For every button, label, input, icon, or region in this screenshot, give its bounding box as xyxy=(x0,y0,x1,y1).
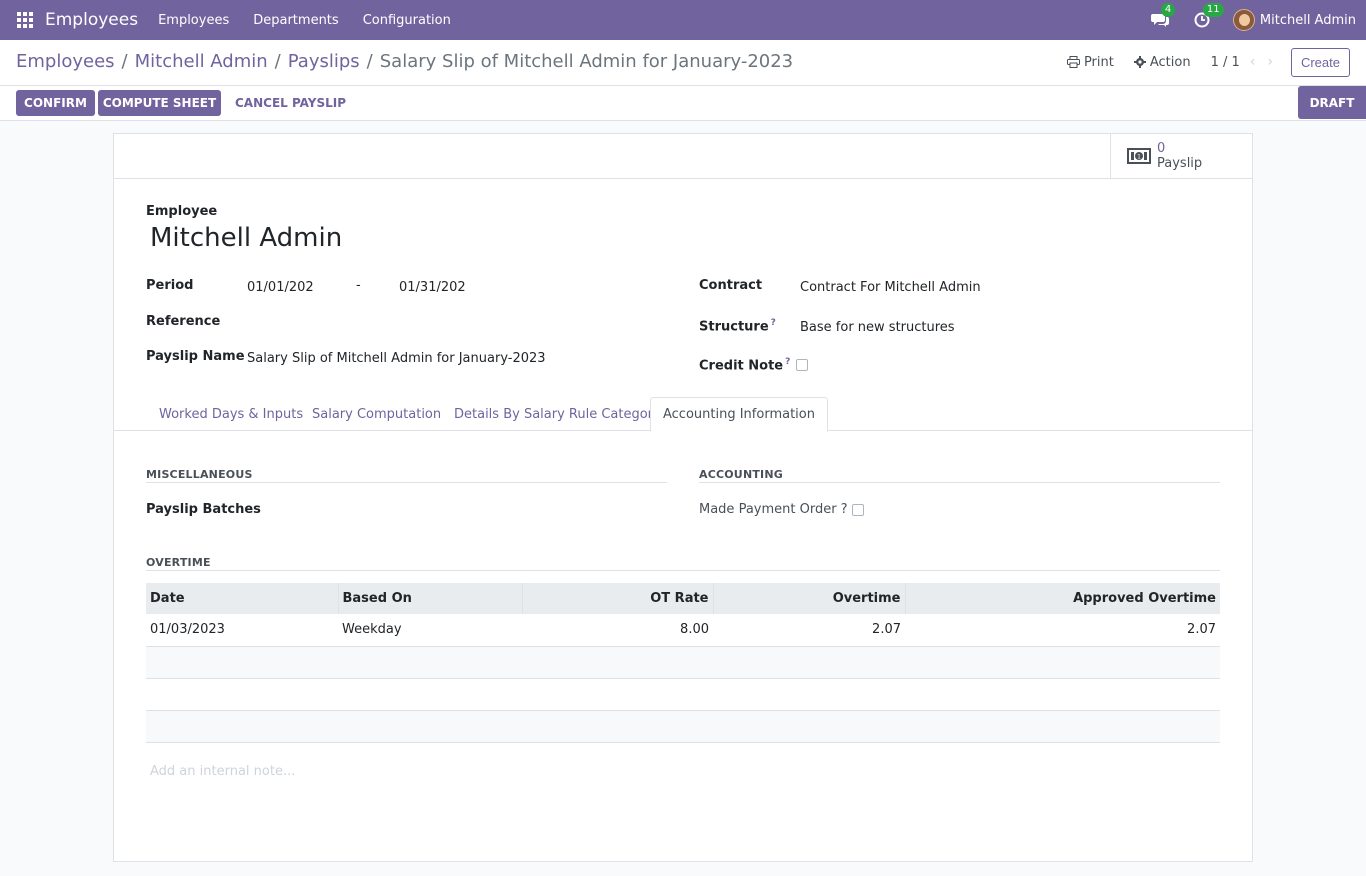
cell-overtime: 2.07 xyxy=(713,614,905,647)
breadcrumb-separator: / xyxy=(121,51,128,72)
section-divider xyxy=(146,482,667,483)
payslip-smart-button[interactable]: 1 0 Payslip xyxy=(1110,134,1252,178)
create-button[interactable]: Create xyxy=(1290,47,1350,77)
messages-badge: 4 xyxy=(1160,3,1176,17)
credit-note-checkbox[interactable] xyxy=(796,359,808,371)
structure-label: Structure? xyxy=(699,318,776,335)
action-label: Action xyxy=(1149,54,1191,70)
column-header-based-on[interactable]: Based On xyxy=(338,583,523,614)
status-bar: CONFIRM COMPUTE SHEET CANCEL PAYSLIP DRA… xyxy=(0,86,1366,121)
cell-based-on: Weekday xyxy=(338,614,522,647)
gear-icon xyxy=(1133,56,1146,68)
payslip-count-label: Payslip xyxy=(1157,156,1203,171)
date-separator: - xyxy=(356,278,361,293)
table-header-row: Date Based On OT Rate Overtime Approved … xyxy=(146,583,1220,614)
column-header-ot-rate[interactable]: OT Rate xyxy=(522,583,714,614)
payslip-count: 0 xyxy=(1157,141,1166,156)
confirm-button[interactable]: CONFIRM xyxy=(16,90,95,116)
top-navbar: Employees Employees Departments Configur… xyxy=(0,0,1366,40)
activities-button[interactable]: 11 xyxy=(1191,3,1224,31)
column-header-overtime[interactable]: Overtime xyxy=(713,583,906,614)
action-button[interactable]: Action xyxy=(1133,54,1191,70)
breadcrumb-payslips[interactable]: Payslips xyxy=(288,51,360,72)
breadcrumb-separator: / xyxy=(274,51,281,72)
contract-label: Contract xyxy=(699,278,763,293)
credit-note-label: Credit Note? xyxy=(699,357,791,374)
structure-field[interactable]: Base for new structures xyxy=(800,320,955,335)
menu-employees[interactable]: Employees xyxy=(158,13,229,28)
pager-next-icon[interactable]: › xyxy=(1267,54,1273,70)
contract-field[interactable]: Contract For Mitchell Admin xyxy=(800,280,981,295)
credit-note-help-icon[interactable]: ? xyxy=(785,357,790,367)
messages-button[interactable]: 4 xyxy=(1149,3,1176,31)
svg-text:1: 1 xyxy=(1137,154,1141,161)
status-draft[interactable]: DRAFT xyxy=(1298,86,1366,119)
section-divider xyxy=(146,570,1220,571)
print-label: Print xyxy=(1083,54,1114,70)
smart-button-box: 1 0 Payslip xyxy=(114,134,1252,179)
section-divider xyxy=(699,482,1220,483)
user-menu[interactable]: Mitchell Admin xyxy=(1260,13,1356,28)
cell-ot-rate: 8.00 xyxy=(522,614,713,647)
payslip-batches-label: Payslip Batches xyxy=(146,502,261,517)
employee-label: Employee xyxy=(146,204,218,219)
breadcrumb-employees[interactable]: Employees xyxy=(16,51,115,72)
app-brand[interactable]: Employees xyxy=(45,10,138,30)
date-from-field[interactable]: 01/01/202 xyxy=(247,280,314,295)
overtime-table: Date Based On OT Rate Overtime Approved … xyxy=(146,583,1220,743)
compute-sheet-button[interactable]: COMPUTE SHEET xyxy=(98,90,221,116)
breadcrumb-separator: / xyxy=(366,51,373,72)
breadcrumb: Employees / Mitchell Admin / Payslips / Salary… xyxy=(16,51,793,72)
breadcrumb-current: Salary Slip of Mitchell Admin for Januar… xyxy=(379,51,794,72)
table-row[interactable]: 01/03/2023 Weekday 8.00 2.07 2.07 xyxy=(146,614,1220,647)
empty-table-row xyxy=(146,646,1220,679)
overtime-title: OVERTIME xyxy=(146,556,211,569)
structure-help-icon[interactable]: ? xyxy=(771,318,776,328)
pager-previous-icon[interactable]: ‹ xyxy=(1250,54,1256,70)
cell-date: 01/03/2023 xyxy=(146,614,338,647)
breadcrumb-employee[interactable]: Mitchell Admin xyxy=(135,51,268,72)
activities-badge: 11 xyxy=(1202,3,1224,17)
employee-name-field[interactable]: Mitchell Admin xyxy=(150,223,342,253)
money-icon: 1 xyxy=(1127,148,1151,164)
payslip-name-label: Payslip Name xyxy=(146,349,245,364)
notebook-tabs: Worked Days & Inputs Salary Computation … xyxy=(114,397,1252,432)
period-label: Period xyxy=(146,278,194,293)
cancel-payslip-button[interactable]: CANCEL PAYSLIP xyxy=(235,90,346,116)
column-header-approved-overtime[interactable]: Approved Overtime xyxy=(905,583,1220,614)
empty-table-row xyxy=(146,710,1220,743)
date-to-field[interactable]: 01/31/202 xyxy=(399,280,466,295)
pager-value[interactable]: 1 / 1 xyxy=(1211,55,1240,70)
menu-departments[interactable]: Departments xyxy=(253,13,338,28)
print-icon xyxy=(1066,56,1080,68)
payment-order-label: Made Payment Order ? xyxy=(699,502,848,517)
print-button[interactable]: Print xyxy=(1066,54,1114,70)
column-header-date[interactable]: Date xyxy=(146,583,339,614)
payment-order-checkbox[interactable] xyxy=(852,504,864,516)
form-sheet: 1 0 Payslip Employee Mitchell Admin Peri… xyxy=(113,133,1253,862)
menu-configuration[interactable]: Configuration xyxy=(363,13,451,28)
empty-table-row xyxy=(146,678,1220,711)
payslip-name-field[interactable]: Salary Slip of Mitchell Admin for Januar… xyxy=(247,351,546,366)
accounting-title: ACCOUNTING xyxy=(699,468,783,481)
tab-details-by-category[interactable]: Details By Salary Rule Category xyxy=(454,397,661,431)
internal-note-field[interactable]: Add an internal note... xyxy=(150,764,295,779)
apps-menu-icon[interactable] xyxy=(17,12,33,28)
tab-accounting-information[interactable]: Accounting Information xyxy=(650,397,828,432)
miscellaneous-title: MISCELLANEOUS xyxy=(146,468,253,481)
tab-worked-days[interactable]: Worked Days & Inputs xyxy=(159,397,303,431)
tab-salary-computation[interactable]: Salary Computation xyxy=(312,397,441,431)
cell-approved-overtime: 2.07 xyxy=(905,614,1220,647)
reference-label: Reference xyxy=(146,314,221,329)
control-panel: Employees / Mitchell Admin / Payslips / Salary… xyxy=(0,40,1366,86)
user-avatar[interactable] xyxy=(1232,9,1255,31)
